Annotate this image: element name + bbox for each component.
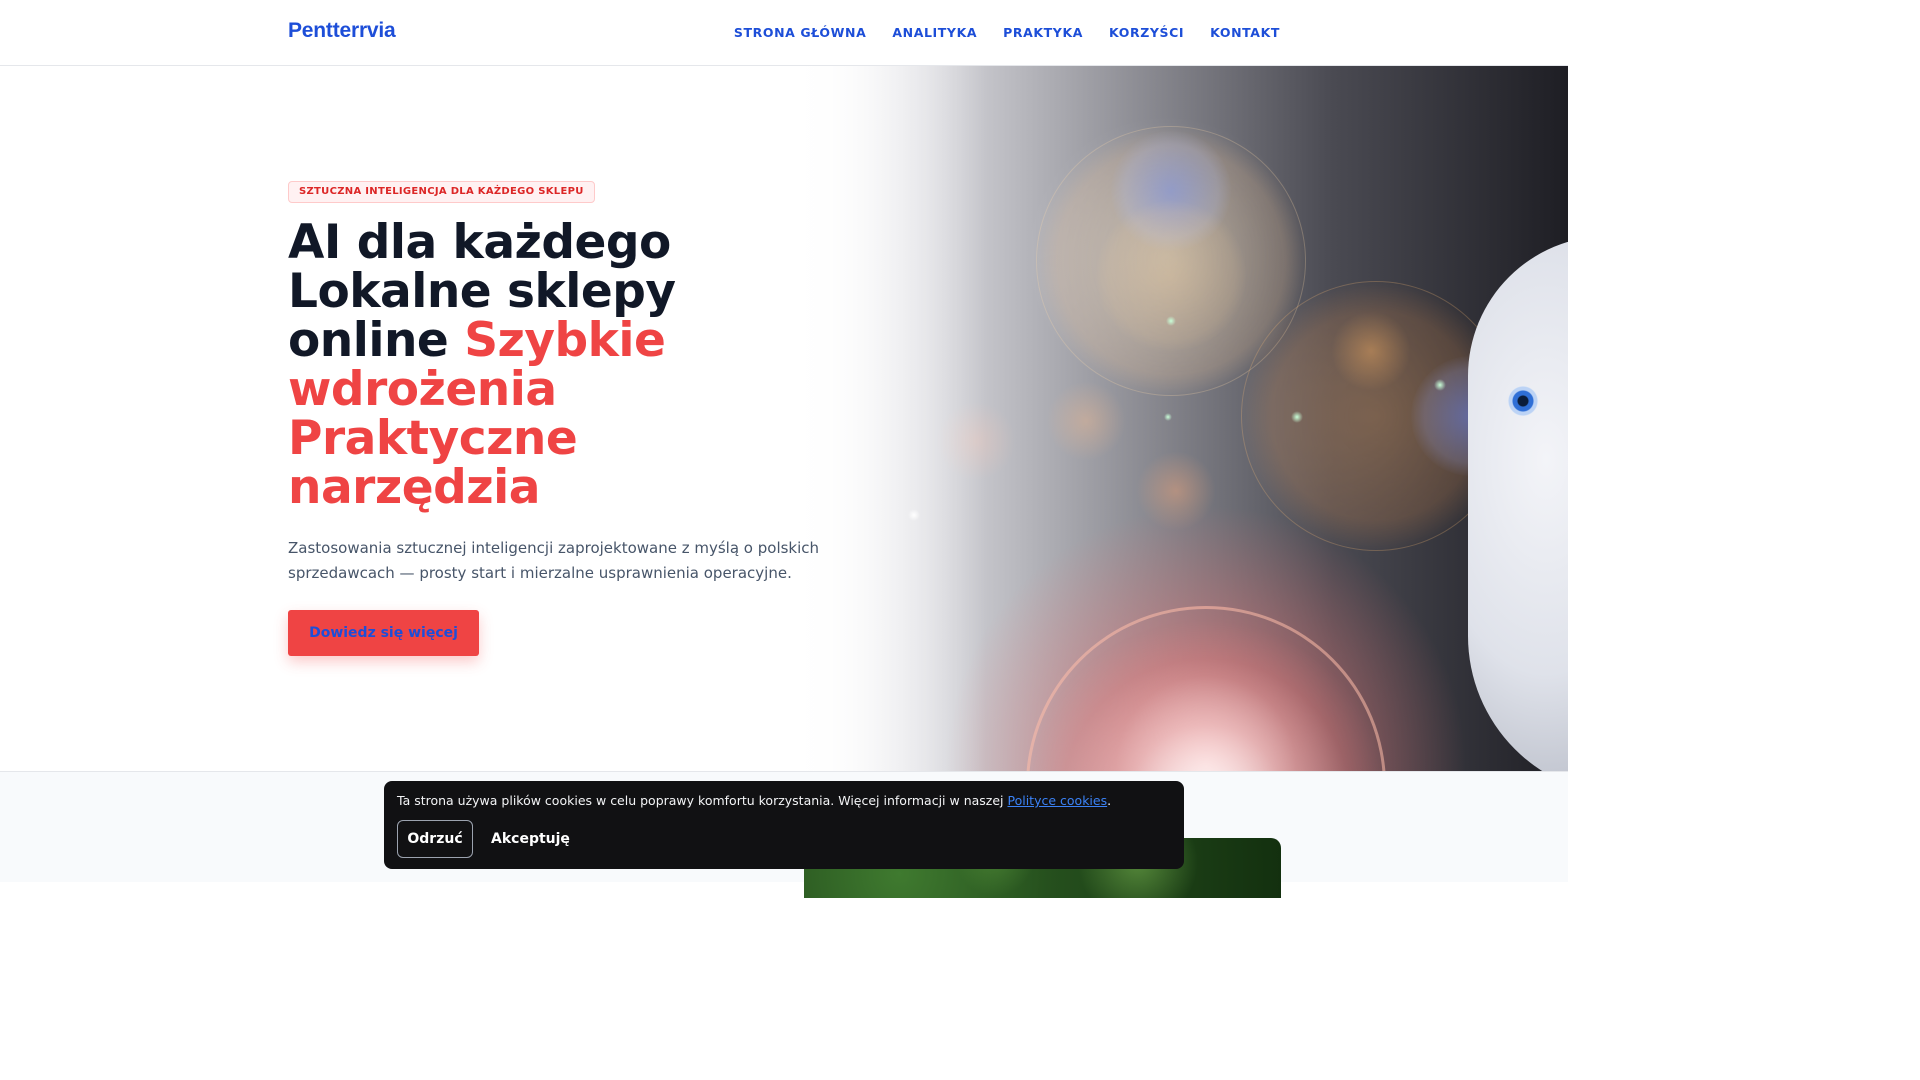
robot-eye <box>1508 386 1538 416</box>
cookie-text: Ta strona używa plików cookies w celu po… <box>397 793 1004 808</box>
nav-link-contact[interactable]: KONTAKT <box>1210 25 1280 40</box>
main-nav: STRONA GŁÓWNA ANALITYKA PRAKTYKA KORZYŚC… <box>734 25 1280 40</box>
cookie-banner: Ta strona używa plików cookies w celu po… <box>384 781 1184 869</box>
hero-section: SZTUCZNA INTELIGENCJA DLA KAŻDEGO SKLEPU… <box>0 66 1568 771</box>
accept-cookies-button[interactable]: Akceptuję <box>481 820 580 858</box>
robot-head <box>1468 236 1568 771</box>
cookie-text-end: . <box>1107 793 1112 808</box>
nav-link-home[interactable]: STRONA GŁÓWNA <box>734 25 866 40</box>
learn-more-button[interactable]: Dowiedz się więcej <box>288 610 479 656</box>
hero-description: Zastosowania sztucznej inteligencji zapr… <box>288 539 820 582</box>
nav-link-practice[interactable]: PRAKTYKA <box>1003 25 1083 40</box>
hero-title: AI dla każdego Lokalne sklepy online Szy… <box>288 218 808 512</box>
hero-robot-image <box>786 66 1568 771</box>
nav-link-analytics[interactable]: ANALITYKA <box>892 25 977 40</box>
site-logo[interactable]: Pentterrvia <box>288 19 396 43</box>
reject-cookies-button[interactable]: Odrzuć <box>397 820 473 858</box>
cookie-message: Ta strona używa plików cookies w celu po… <box>397 793 1111 808</box>
site-header: Pentterrvia STRONA GŁÓWNA ANALITYKA PRAK… <box>0 0 1568 66</box>
nav-link-benefits[interactable]: KORZYŚCI <box>1109 25 1184 40</box>
cookie-policy-link[interactable]: Polityce cookies <box>1008 793 1108 808</box>
hero-badge: SZTUCZNA INTELIGENCJA DLA KAŻDEGO SKLEPU <box>288 181 595 203</box>
